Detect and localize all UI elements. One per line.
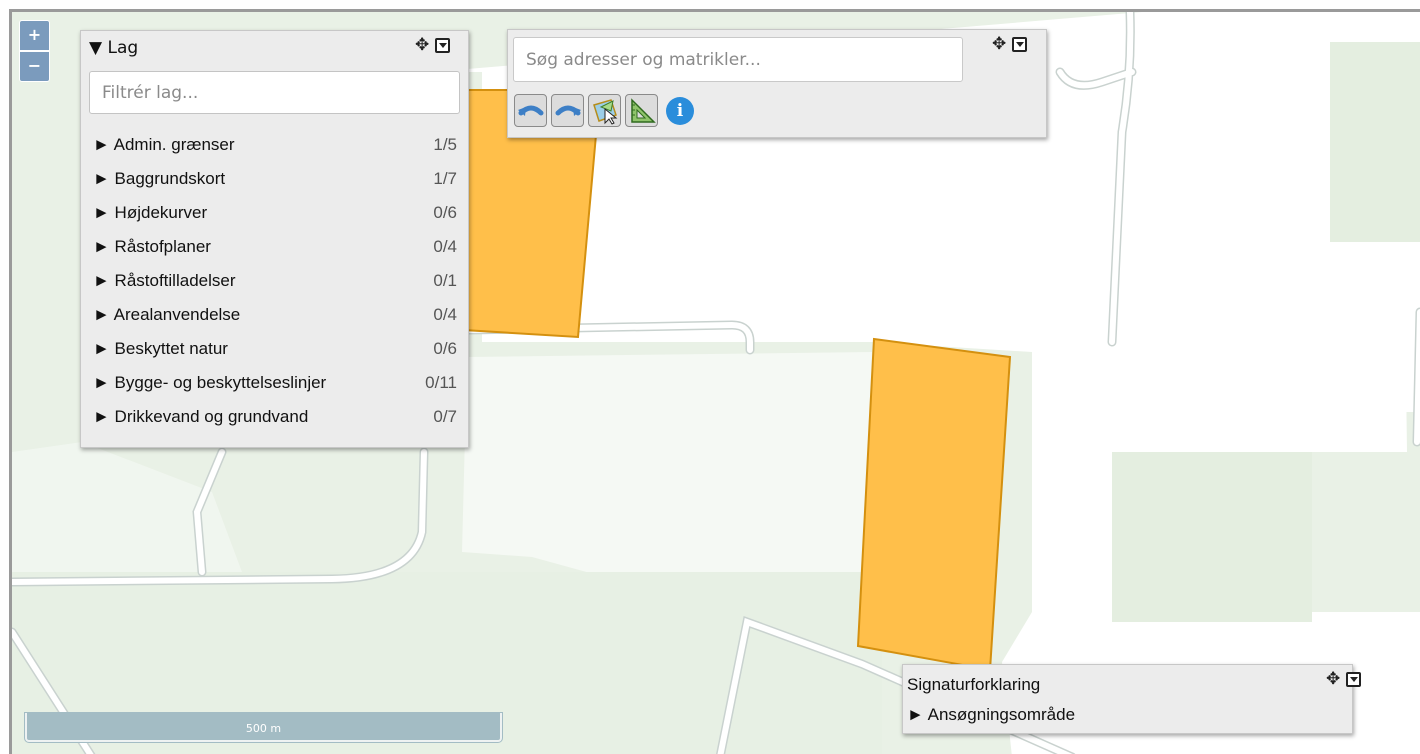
layer-filter-input[interactable] bbox=[89, 71, 460, 114]
legend-title: Signaturforklaring bbox=[907, 675, 1041, 694]
layer-group-item[interactable]: ► Drikkevand og grundvand 0/7 bbox=[93, 407, 457, 441]
application-area-parcel[interactable] bbox=[856, 337, 1012, 672]
layer-group-label: ► Råstoftilladelser bbox=[93, 271, 236, 290]
select-polygon-button[interactable] bbox=[588, 94, 621, 127]
search-panel-controls: ✥ bbox=[992, 36, 1028, 53]
layer-group-label: ► Arealanvendelse bbox=[93, 305, 241, 324]
layer-group-count: 0/7 bbox=[433, 407, 457, 426]
move-icon[interactable]: ✥ bbox=[992, 36, 1006, 53]
undo-icon bbox=[517, 105, 543, 116]
layer-group-label: ► Bygge- og beskyttelseslinjer bbox=[93, 373, 327, 392]
map-green-strip bbox=[1112, 452, 1312, 622]
layer-group-label: ► Admin. grænser bbox=[93, 135, 235, 154]
layer-list: ► Admin. grænser 1/5 ► Baggrundskort 1/7… bbox=[93, 135, 457, 441]
redo-icon bbox=[555, 105, 581, 116]
layer-group-item[interactable]: ► Bygge- og beskyttelseslinjer 0/11 bbox=[93, 373, 457, 407]
info-icon: i bbox=[676, 100, 684, 121]
layer-group-item[interactable]: ► Admin. grænser 1/5 bbox=[93, 135, 457, 169]
layer-group-label: ► Højdekurver bbox=[93, 203, 208, 222]
legend-panel-controls: ✥ bbox=[1326, 671, 1362, 688]
scale-label: 500 m bbox=[245, 722, 282, 735]
layer-group-count: 0/1 bbox=[433, 271, 457, 290]
scale-bar: 500 m bbox=[25, 713, 502, 742]
move-icon[interactable]: ✥ bbox=[415, 37, 429, 54]
search-panel: ✥ bbox=[507, 29, 1047, 138]
address-search-input[interactable] bbox=[513, 37, 963, 82]
layer-group-count: 1/5 bbox=[433, 135, 457, 154]
layer-group-label: ► Baggrundskort bbox=[93, 169, 226, 188]
layer-group-item[interactable]: ► Arealanvendelse 0/4 bbox=[93, 305, 457, 339]
layer-group-item[interactable]: ► Højdekurver 0/6 bbox=[93, 203, 457, 237]
layer-group-count: 0/4 bbox=[433, 305, 457, 324]
info-button[interactable]: i bbox=[666, 96, 694, 125]
layer-group-item[interactable]: ► Baggrundskort 1/7 bbox=[93, 169, 457, 203]
layers-panel: ▼ Lag ✥ ► Admin. grænser 1/5 ► Baggrunds… bbox=[80, 30, 469, 448]
zoom-out-button[interactable]: − bbox=[19, 51, 50, 82]
layer-group-label: ► Drikkevand og grundvand bbox=[93, 407, 309, 426]
layer-group-item[interactable]: ► Råstofplaner 0/4 bbox=[93, 237, 457, 271]
measure-button[interactable] bbox=[625, 94, 658, 127]
collapse-icon[interactable] bbox=[1012, 36, 1028, 52]
layer-group-count: 0/6 bbox=[433, 339, 457, 358]
undo-button[interactable] bbox=[514, 94, 547, 127]
legend-panel: Signaturforklaring ✥ ► Ansøgningsområde bbox=[902, 664, 1362, 734]
map-green-strip bbox=[1330, 42, 1420, 242]
layer-group-count: 0/4 bbox=[433, 237, 457, 256]
zoom-in-button[interactable]: + bbox=[19, 20, 50, 51]
layers-panel-controls: ✥ bbox=[415, 37, 451, 54]
layer-group-label: ► Beskyttet natur bbox=[93, 339, 228, 358]
layer-group-count: 1/7 bbox=[433, 169, 457, 188]
move-icon[interactable]: ✥ bbox=[1326, 671, 1340, 688]
tool-row: i bbox=[514, 94, 694, 127]
layer-group-count: 0/11 bbox=[425, 373, 457, 392]
legend-item-application-area[interactable]: ► Ansøgningsområde bbox=[907, 705, 1075, 725]
collapse-icon[interactable] bbox=[1346, 671, 1362, 687]
layer-group-item[interactable]: ► Råstoftilladelser 0/1 bbox=[93, 271, 457, 305]
select-polygon-icon bbox=[592, 98, 617, 125]
layer-group-count: 0/6 bbox=[433, 203, 457, 222]
measure-icon bbox=[630, 97, 656, 123]
redo-button[interactable] bbox=[551, 94, 584, 127]
layer-group-label: ► Råstofplaner bbox=[93, 237, 211, 256]
collapse-icon[interactable] bbox=[435, 37, 451, 53]
layer-group-item[interactable]: ► Beskyttet natur 0/6 bbox=[93, 339, 457, 373]
layers-panel-title[interactable]: ▼ Lag bbox=[89, 38, 138, 58]
